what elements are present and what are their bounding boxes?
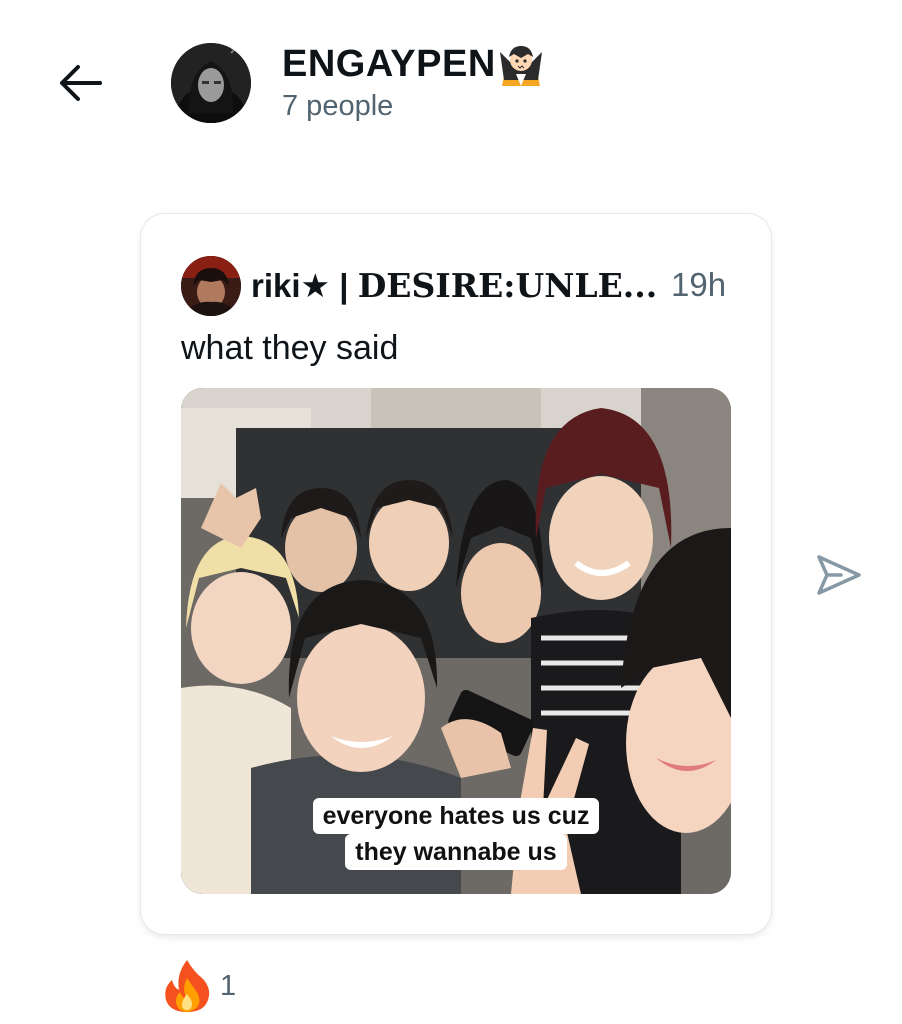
media-caption: everyone hates us cuz they wannabe us bbox=[181, 798, 731, 870]
post-author-name-styled: DESIRE:UNLE... bbox=[357, 266, 658, 305]
post-author-avatar[interactable] bbox=[181, 256, 241, 316]
group-avatar[interactable] bbox=[171, 43, 251, 123]
back-button[interactable] bbox=[52, 58, 108, 108]
post-author-name-text: riki★ | bbox=[251, 267, 358, 304]
post-text: what they said bbox=[181, 329, 399, 367]
post-media-image[interactable]: everyone hates us cuz they wannabe us bbox=[181, 388, 731, 894]
post-timestamp: 19h bbox=[671, 266, 727, 303]
conversation-title: ENGAYPEN bbox=[282, 40, 544, 88]
post-author-name[interactable]: riki★ | DESIRE:UNLE... bbox=[251, 266, 657, 305]
arrow-left-icon bbox=[60, 65, 102, 101]
media-caption-line-2: they wannabe us bbox=[345, 834, 567, 870]
share-post-button[interactable] bbox=[815, 553, 863, 597]
send-icon bbox=[817, 555, 861, 595]
fire-emoji-icon bbox=[165, 960, 210, 1012]
conversation-title-text: ENGAYPEN bbox=[282, 42, 496, 85]
media-caption-line-1: everyone hates us cuz bbox=[312, 798, 600, 834]
shared-post-card[interactable]: riki★ | DESIRE:UNLE... 19h what they sai… bbox=[141, 214, 771, 934]
vampire-emoji-icon bbox=[498, 40, 544, 88]
dm-conversation-screen: ENGAYPEN 7 people riki★ | DESIRE:UNLE...… bbox=[0, 0, 902, 1024]
participant-count: 7 people bbox=[282, 90, 394, 122]
reaction-count: 1 bbox=[220, 969, 237, 1002]
reaction-pill[interactable]: 1 bbox=[162, 958, 236, 1014]
